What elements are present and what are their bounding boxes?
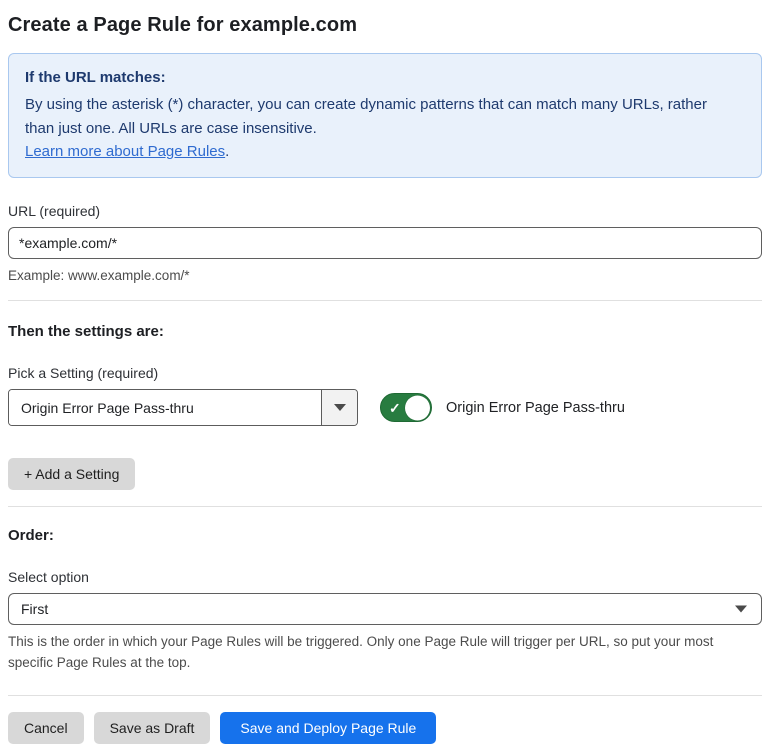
divider [8,300,762,302]
setting-select-arrow-button[interactable] [321,390,357,426]
url-example-help: Example: www.example.com/* [8,268,190,283]
url-input[interactable] [8,227,762,259]
setting-picker-label: Pick a Setting (required) [8,365,159,382]
info-box-body: By using the asterisk (*) character, you… [25,96,707,137]
setting-select[interactable]: Origin Error Page Pass-thru [8,389,358,427]
toggle-knob [405,395,430,421]
save-and-deploy-button[interactable]: Save and Deploy Page Rule [220,711,437,744]
divider [8,506,762,508]
order-select[interactable]: First [8,593,762,626]
info-box-link-line: Learn more about Page Rules. [25,140,745,163]
learn-more-link[interactable]: Learn more about Page Rules [25,143,225,160]
url-match-info-box: If the URL matches: By using the asteris… [8,53,762,178]
page-rule-form: Create a Page Rule for example.com If th… [0,0,770,744]
setting-picker-group: Pick a Setting (required) Origin Error P… [8,365,762,427]
url-field-group: URL (required) Example: www.example.com/… [8,203,762,286]
setting-toggle-label: Origin Error Page Pass-thru [446,399,625,416]
divider [8,694,762,696]
setting-toggle[interactable]: ✓ [380,393,432,423]
setting-select-value: Origin Error Page Pass-thru [9,390,321,426]
setting-row: Origin Error Page Pass-thru ✓ Origin Err… [8,389,762,427]
info-box-heading: If the URL matches: [25,69,166,86]
settings-section-heading: Then the settings are: [8,323,164,341]
order-section-heading: Order: [8,527,54,545]
footer-actions: Cancel Save as Draft Save and Deploy Pag… [8,711,762,744]
page-title: Create a Page Rule for example.com [8,14,358,36]
chevron-down-icon [333,404,346,412]
cancel-button[interactable]: Cancel [8,711,84,744]
check-icon: ✓ [389,399,401,416]
order-select-value: First [21,601,49,618]
order-select-label: Select option [8,569,89,586]
save-as-draft-button[interactable]: Save as Draft [93,711,211,744]
url-field-label: URL (required) [8,203,101,219]
order-select-group: Select option First This is the order in… [8,569,762,673]
chevron-down-icon [735,605,747,613]
link-suffix: . [225,142,230,160]
add-setting-button[interactable]: + Add a Setting [8,458,136,491]
order-help-text: This is the order in which your Page Rul… [8,634,714,670]
